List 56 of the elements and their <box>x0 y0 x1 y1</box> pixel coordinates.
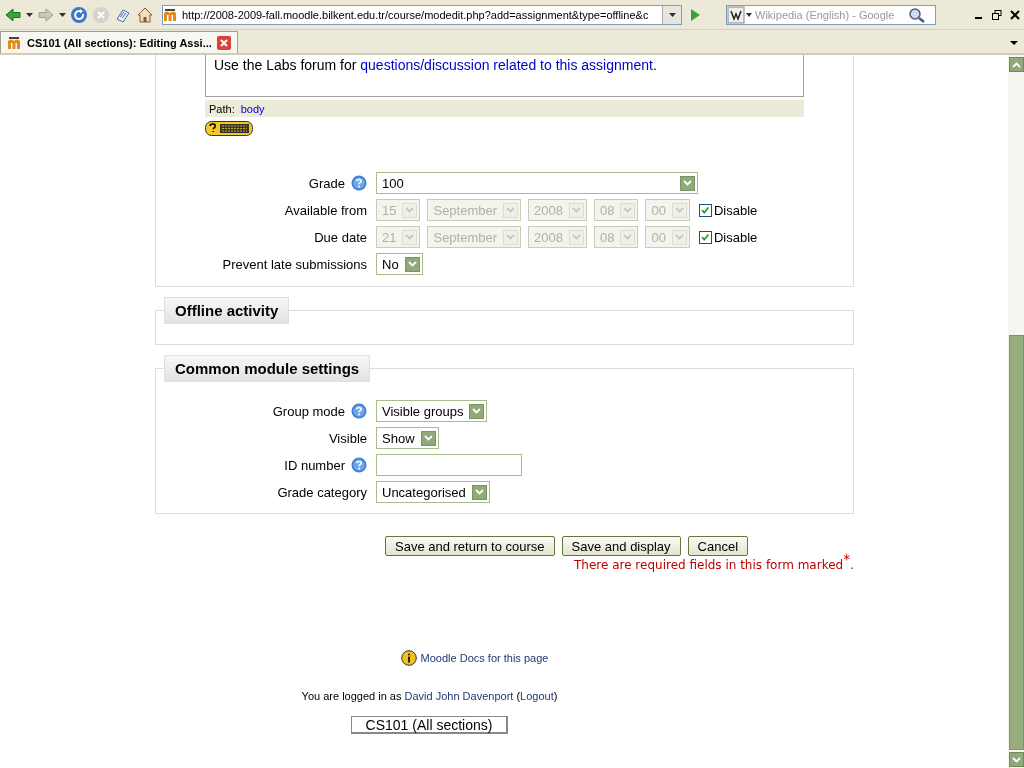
docs-link[interactable]: Moodle Docs for this page <box>420 652 549 664</box>
text-field[interactable] <box>376 454 522 476</box>
restore-icon[interactable] <box>992 9 1002 20</box>
checkbox[interactable] <box>698 203 712 217</box>
keyboard-help-icon[interactable] <box>205 121 253 136</box>
checkbox-label: Disable <box>713 202 758 218</box>
close-icon[interactable] <box>1010 9 1020 20</box>
course-button[interactable]: CS101 (All sections) <box>350 716 509 734</box>
field-label: Prevent late submissions <box>222 256 367 272</box>
reload-icon[interactable] <box>70 5 88 24</box>
help-icon[interactable] <box>351 175 367 191</box>
field-label: Group mode <box>272 403 345 419</box>
section-heading[interactable]: Common module settings <box>164 355 371 382</box>
user-link[interactable]: David John Davenport <box>404 690 514 702</box>
form-button[interactable]: Save and display <box>561 536 681 556</box>
search-field[interactable]: Wikipedia (English) - Google <box>726 4 936 25</box>
dropdown[interactable]: Uncategorised <box>376 481 490 503</box>
field-label: Visible <box>328 430 367 446</box>
home-icon[interactable] <box>136 5 154 24</box>
close-tab-icon[interactable] <box>217 35 231 50</box>
field-label: Available from <box>284 202 367 218</box>
dropdown[interactable]: No <box>376 253 423 275</box>
editor-text[interactable]: Use the Labs forum for questions/discussion related to this assignment. <box>205 55 804 97</box>
site-logo-icon <box>7 35 23 50</box>
form-button[interactable]: Cancel <box>687 536 749 556</box>
dropdown-arrow-icon[interactable] <box>26 12 33 17</box>
help-icon[interactable] <box>351 457 367 473</box>
login-info: You are logged in as David John Davenport (Logout) <box>301 690 558 702</box>
scrollbar-thumb[interactable] <box>1008 335 1024 750</box>
checkbox-label: Disable <box>713 229 758 245</box>
search-icon[interactable] <box>907 5 927 24</box>
site-logo-icon <box>163 7 179 22</box>
field-label: Grade <box>308 175 345 191</box>
back-arrow-icon[interactable] <box>4 5 22 24</box>
form-button[interactable]: Save and return to course <box>385 536 555 556</box>
dropdown[interactable]: Show <box>376 427 439 449</box>
path-label: Path: <box>209 102 235 115</box>
dropdown[interactable]: 100 <box>376 172 698 194</box>
link[interactable]: questions/discussion related to this assignment <box>360 57 653 73</box>
scroll-down-icon[interactable] <box>1008 752 1024 767</box>
dropdown-arrow-icon[interactable] <box>59 12 66 17</box>
scrollbar[interactable] <box>1008 55 1024 768</box>
search-engine-icon[interactable] <box>727 5 753 24</box>
address-bar[interactable]: http://2008-2009-fall.moodle.bilkent.edu.tr/course/modedit.php?add=assignment&type=offline&c <box>162 4 682 25</box>
help-icon[interactable] <box>351 403 367 419</box>
logout-link[interactable]: Logout <box>520 690 554 702</box>
section-heading[interactable]: Offline activity <box>164 297 290 324</box>
path-link[interactable]: body <box>240 102 265 115</box>
scroll-up-icon[interactable] <box>1008 57 1024 72</box>
dropdown[interactable]: Visible groups <box>376 400 488 422</box>
info-icon <box>400 650 417 666</box>
field-label: Due date <box>314 229 367 245</box>
checkbox[interactable] <box>698 230 712 244</box>
field-label: ID number <box>284 457 345 473</box>
field-label: Grade category <box>277 484 367 500</box>
browser-tab[interactable]: CS101 (All sections): Editing Assi... <box>0 31 238 53</box>
